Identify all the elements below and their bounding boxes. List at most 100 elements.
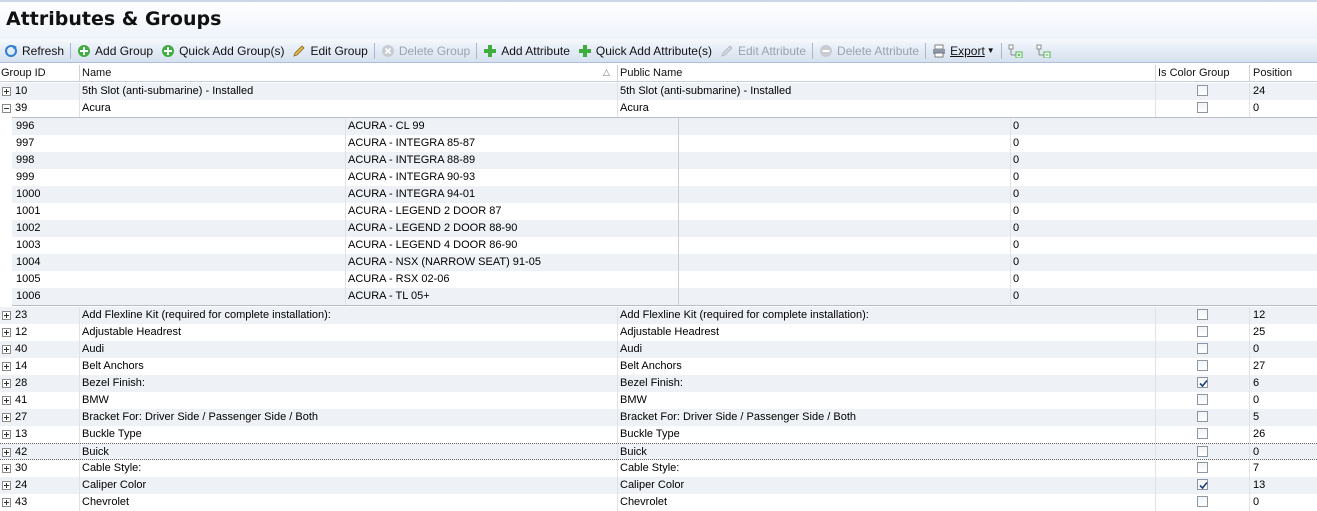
attribute-value-cell: 0	[1013, 205, 1020, 217]
quick-add-attribute-button[interactable]: Quick Add Attribute(s)	[574, 40, 716, 62]
attribute-row[interactable]: 999 ACURA - INTEGRA 90-93 0	[12, 169, 1317, 186]
expand-icon[interactable]	[2, 362, 11, 371]
attribute-value-cell: 0	[1013, 273, 1020, 285]
collapse-all-button[interactable]	[1032, 40, 1060, 62]
color-group-checkbox[interactable]	[1197, 343, 1208, 354]
table-row[interactable]: 23 Add Flexline Kit (required for complet…	[0, 307, 1317, 324]
expand-icon[interactable]	[2, 379, 11, 388]
add-group-button[interactable]: Add Group	[73, 40, 157, 62]
checkmark-icon	[1199, 379, 1208, 388]
color-group-checkbox[interactable]	[1197, 496, 1208, 507]
dropdown-arrow-icon: ▼	[986, 46, 995, 55]
public-name-cell: Bezel Finish:	[620, 377, 683, 389]
public-name-cell: Bracket For: Driver Side / Passenger Sid…	[620, 411, 856, 423]
color-group-checkbox[interactable]	[1197, 377, 1208, 388]
color-group-checkbox[interactable]	[1197, 309, 1208, 320]
table-row[interactable]: 12 Adjustable Headrest Adjustable Headrest…	[0, 324, 1317, 341]
color-group-checkbox[interactable]	[1197, 428, 1208, 439]
table-row[interactable]: 40 Audi Audi 0	[0, 341, 1317, 358]
table-row[interactable]: 27 Bracket For: Driver Side / Passenger S…	[0, 409, 1317, 426]
expand-icon[interactable]	[2, 345, 11, 354]
position-cell: 0	[1253, 446, 1260, 458]
table-row[interactable]: 10 5th Slot (anti-submarine) - Installed…	[0, 83, 1317, 100]
expand-icon[interactable]	[2, 464, 11, 473]
attribute-row[interactable]: 1000 ACURA - INTEGRA 94-01 0	[12, 186, 1317, 203]
public-name-cell: Chevrolet	[620, 496, 668, 508]
table-row[interactable]: 42 Buick Buick 0	[0, 443, 1317, 460]
table-row[interactable]: 39 Acura Acura 0	[0, 100, 1317, 117]
attribute-row[interactable]: 998 ACURA - INTEGRA 88-89 0	[12, 152, 1317, 169]
column-header-position[interactable]: Position	[1253, 67, 1292, 79]
minus-circle-icon	[820, 44, 833, 57]
column-divider[interactable]	[1155, 65, 1156, 82]
expand-all-button[interactable]	[1004, 40, 1032, 62]
color-group-checkbox[interactable]	[1197, 411, 1208, 422]
name-cell: Chevrolet	[82, 496, 130, 508]
edit-attribute-button[interactable]: Edit Attribute	[716, 40, 810, 62]
delete-group-button[interactable]: Delete Group	[377, 40, 474, 62]
toolbar-separator	[925, 42, 927, 59]
pencil-icon	[721, 44, 733, 57]
color-group-checkbox[interactable]	[1197, 479, 1208, 490]
column-header-public-name[interactable]: Public Name	[620, 67, 682, 79]
checkmark-icon	[1199, 481, 1208, 490]
attribute-id-cell: 996	[16, 120, 35, 132]
group-id-cell: 23	[15, 309, 28, 321]
attribute-id-cell: 1006	[16, 290, 41, 302]
delete-attribute-button[interactable]: Delete Attribute	[815, 40, 923, 62]
collapse-icon[interactable]	[2, 104, 11, 113]
public-name-cell: Belt Anchors	[620, 360, 682, 372]
expand-icon[interactable]	[2, 311, 11, 320]
expand-icon[interactable]	[2, 396, 11, 405]
table-row[interactable]: 43 Chevrolet Chevrolet 0	[0, 494, 1317, 511]
add-attribute-button[interactable]: Add Attribute	[479, 40, 574, 62]
column-divider[interactable]	[1249, 65, 1250, 82]
quick-add-group-button[interactable]: Quick Add Group(s)	[157, 40, 288, 62]
column-divider[interactable]	[617, 65, 618, 82]
table-row[interactable]: 14 Belt Anchors Belt Anchors 27	[0, 358, 1317, 375]
expand-icon[interactable]	[2, 328, 11, 337]
expand-icon[interactable]	[2, 448, 11, 457]
delete-icon	[381, 44, 394, 57]
table-row[interactable]: 30 Cable Style: Cable Style: 7	[0, 460, 1317, 477]
expand-icon[interactable]	[2, 430, 11, 439]
refresh-button[interactable]: Refresh	[0, 40, 68, 62]
expand-icon[interactable]	[2, 87, 11, 96]
position-cell: 7	[1253, 462, 1260, 474]
color-group-checkbox[interactable]	[1197, 326, 1208, 337]
public-name-cell: Acura	[620, 102, 649, 114]
export-button[interactable]: Export ▼	[928, 40, 999, 62]
attribute-row[interactable]: 1002 ACURA - LEGEND 2 DOOR 88-90 0	[12, 220, 1317, 237]
attribute-row[interactable]: 1004 ACURA - NSX (NARROW SEAT) 91-05 0	[12, 254, 1317, 271]
attribute-row[interactable]: 1005 ACURA - RSX 02-06 0	[12, 271, 1317, 288]
table-row[interactable]: 13 Buckle Type Buckle Type 26	[0, 426, 1317, 443]
column-header-name[interactable]: Name	[82, 67, 111, 79]
position-cell: 12	[1253, 309, 1266, 321]
pencil-icon	[293, 44, 306, 57]
attribute-value-cell: 0	[1013, 120, 1020, 132]
attribute-name-cell: ACURA - LEGEND 4 DOOR 86-90	[348, 239, 518, 251]
toolbar-separator	[70, 42, 72, 59]
table-row[interactable]: 24 Caliper Color Caliper Color 13	[0, 477, 1317, 494]
attribute-row[interactable]: 1003 ACURA - LEGEND 4 DOOR 86-90 0	[12, 237, 1317, 254]
attribute-row[interactable]: 996 ACURA - CL 99 0	[12, 118, 1317, 135]
color-group-checkbox[interactable]	[1197, 462, 1208, 473]
column-header-group-id[interactable]: Group ID	[1, 67, 46, 79]
toolbar-separator	[812, 42, 814, 59]
expand-icon[interactable]	[2, 498, 11, 507]
expand-icon[interactable]	[2, 481, 11, 490]
column-divider[interactable]	[79, 65, 80, 82]
color-group-checkbox[interactable]	[1197, 85, 1208, 96]
color-group-checkbox[interactable]	[1197, 102, 1208, 113]
expand-icon[interactable]	[2, 413, 11, 422]
attribute-row[interactable]: 1006 ACURA - TL 05+ 0	[12, 288, 1317, 305]
table-row[interactable]: 28 Bezel Finish: Bezel Finish: 6	[0, 375, 1317, 392]
table-row[interactable]: 41 BMW BMW 0	[0, 392, 1317, 409]
edit-group-button[interactable]: Edit Group	[288, 40, 371, 62]
color-group-checkbox[interactable]	[1197, 360, 1208, 371]
attribute-row[interactable]: 997 ACURA - INTEGRA 85-87 0	[12, 135, 1317, 152]
column-header-is-color-group[interactable]: Is Color Group	[1158, 67, 1230, 79]
color-group-checkbox[interactable]	[1197, 394, 1208, 405]
color-group-checkbox[interactable]	[1197, 446, 1208, 457]
attribute-row[interactable]: 1001 ACURA - LEGEND 2 DOOR 87 0	[12, 203, 1317, 220]
